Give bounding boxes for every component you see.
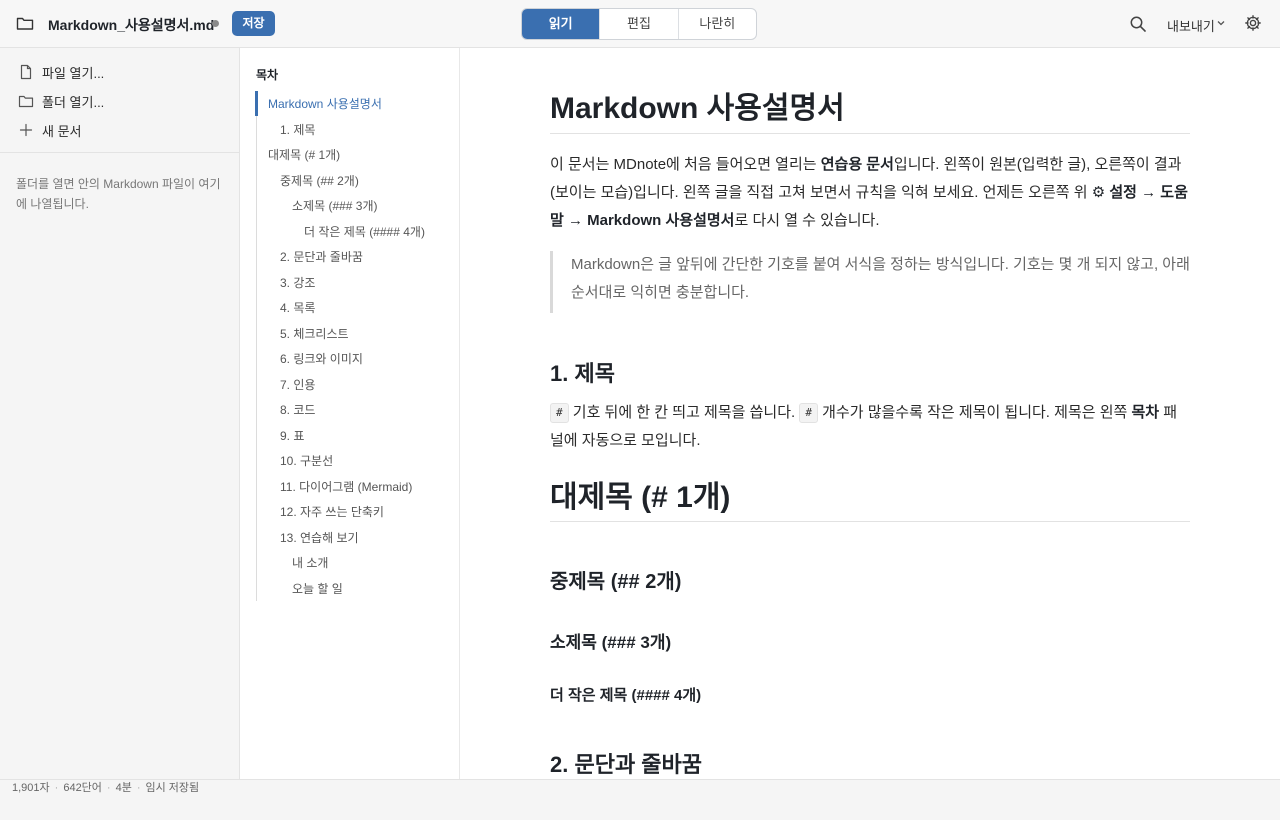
new-document-label: 새 문서 bbox=[42, 123, 82, 139]
search-icon[interactable] bbox=[1129, 15, 1147, 33]
toc-item[interactable]: 내 소개 bbox=[292, 554, 328, 571]
status-separator: · bbox=[106, 782, 111, 794]
open-file-label: 파일 열기... bbox=[42, 65, 105, 81]
folder-icon[interactable] bbox=[16, 14, 34, 32]
char-count: 1,901자 bbox=[12, 782, 50, 794]
document-title: Markdown_사용설명서.md bbox=[48, 17, 215, 33]
toc-item[interactable]: 6. 링크와 이미지 bbox=[280, 350, 363, 367]
document-preview: Markdown 사용설명서 이 문서는 MDnote에 처음 들어오면 열리는… bbox=[461, 48, 1280, 779]
toc-item[interactable]: 2. 문단과 줄바꿈 bbox=[280, 248, 363, 265]
empty-folder-hint: 폴더를 열면 안의 Markdown 파일이 여기에 나열됩니다. bbox=[16, 177, 221, 211]
file-sidebar: 파일 열기... 폴더 열기... 새 문서 폴더를 열면 안의 Markdow… bbox=[0, 48, 240, 779]
heading-rule bbox=[550, 133, 1190, 134]
open-file-button[interactable]: 파일 열기... bbox=[18, 62, 104, 82]
toc-item[interactable]: 9. 표 bbox=[280, 427, 304, 444]
intro-paragraph: 이 문서는 MDnote에 처음 들어오면 열리는 연습용 문서입니다. 왼쪽이… bbox=[550, 151, 1190, 235]
status-text: 1,901자 · 642단어 · 4분 · 임시 저장됨 bbox=[12, 780, 199, 796]
open-folder-button[interactable]: 폴더 열기... bbox=[18, 91, 104, 111]
new-document-button[interactable]: 새 문서 bbox=[18, 120, 82, 140]
intro-text-3: 로 다시 열 수 있습니다. bbox=[734, 212, 880, 229]
inline-code: # bbox=[550, 403, 569, 423]
h4-demo-heading: 더 작은 제목 (#### 4개) bbox=[550, 687, 702, 704]
toc-item[interactable]: 11. 다이어그램 (Mermaid) bbox=[280, 478, 412, 495]
chevron-down-icon bbox=[1217, 21, 1225, 26]
toc-item[interactable]: 대제목 (# 1개) bbox=[268, 146, 340, 163]
h1-demo-rule bbox=[550, 521, 1190, 522]
blockquote: Markdown은 글 앞뒤에 간단한 기호를 붙여 서식을 정하는 방식입니다… bbox=[550, 251, 1190, 313]
section-heading-2: 2. 문단과 줄바꿈 bbox=[550, 752, 703, 777]
toc-item[interactable]: 5. 체크리스트 bbox=[280, 325, 349, 342]
h3-demo-heading: 소제목 (### 3개) bbox=[550, 633, 672, 652]
h1-demo-heading: 대제목 (# 1개) bbox=[550, 481, 731, 514]
toc-item[interactable]: 10. 구분선 bbox=[280, 452, 333, 469]
status-separator: · bbox=[54, 782, 59, 794]
sidebar-divider bbox=[0, 152, 239, 153]
toc-item[interactable]: 13. 연습해 보기 bbox=[280, 529, 359, 546]
top-toolbar: Markdown_사용설명서.md 저장 읽기 편집 나란히 내보내기 bbox=[0, 0, 1280, 48]
plus-icon bbox=[19, 123, 33, 137]
toc-active-indicator bbox=[255, 91, 258, 116]
toc-title: 목차 bbox=[256, 68, 279, 82]
mode-split-button[interactable]: 나란히 bbox=[679, 9, 756, 39]
toc-rail bbox=[256, 91, 257, 601]
section1-text-1: 기호 뒤에 한 칸 띄고 제목을 씁니다. bbox=[568, 404, 800, 421]
toc-item[interactable]: Markdown 사용설명서 bbox=[268, 95, 382, 112]
toc-item[interactable]: 3. 강조 bbox=[280, 274, 315, 291]
h2-demo-heading: 중제목 (## 2개) bbox=[550, 571, 682, 593]
save-button[interactable]: 저장 bbox=[232, 11, 275, 36]
status-bar: 1,901자 · 642단어 · 4분 · 임시 저장됨 bbox=[0, 779, 1280, 820]
section1-paragraph: # 기호 뒤에 한 칸 띄고 제목을 씁니다. # 개수가 많을수록 작은 제목… bbox=[550, 399, 1190, 455]
reading-time: 4분 bbox=[115, 782, 132, 794]
toc-item[interactable]: 8. 코드 bbox=[280, 401, 315, 418]
section1-bold: 목차 bbox=[1131, 404, 1160, 421]
table-of-contents: 목차 Markdown 사용설명서 1. 제목대제목 (# 1개) 중제목 (## … bbox=[240, 48, 460, 779]
toc-item[interactable]: 4. 목록 bbox=[280, 299, 315, 316]
toc-item[interactable]: 소제목 (### 3개) bbox=[292, 197, 378, 214]
mode-read-button[interactable]: 읽기 bbox=[522, 9, 601, 39]
toc-item[interactable]: 7. 인용 bbox=[280, 376, 315, 393]
file-icon bbox=[20, 64, 32, 80]
export-menu-button[interactable]: 내보내기 bbox=[1167, 16, 1215, 35]
inline-code: # bbox=[799, 403, 818, 423]
word-count: 642단어 bbox=[63, 782, 102, 794]
toc-item[interactable]: 중제목 (## 2개) bbox=[280, 172, 359, 189]
section1-text-2: 개수가 많을수록 작은 제목이 됩니다. 제목은 왼쪽 bbox=[817, 404, 1132, 421]
toc-item[interactable]: 오늘 할 일 bbox=[292, 580, 343, 597]
open-folder-label: 폴더 열기... bbox=[42, 94, 105, 110]
section-heading-1: 1. 제목 bbox=[550, 361, 615, 386]
gear-icon[interactable] bbox=[1244, 14, 1262, 32]
toc-item[interactable]: 12. 자주 쓰는 단축키 bbox=[280, 503, 384, 520]
intro-bold-1: 연습용 문서 bbox=[820, 156, 894, 173]
intro-text-1: 이 문서는 MDnote에 처음 들어오면 열리는 bbox=[550, 156, 821, 173]
unsaved-indicator bbox=[212, 20, 219, 27]
view-mode-toggle: 읽기 편집 나란히 bbox=[521, 8, 757, 40]
toc-item[interactable]: 1. 제목 bbox=[280, 121, 315, 138]
save-state: 임시 저장됨 bbox=[145, 782, 200, 794]
document-heading: Markdown 사용설명서 bbox=[550, 92, 845, 125]
mode-edit-button[interactable]: 편집 bbox=[600, 9, 679, 39]
status-separator: · bbox=[136, 782, 141, 794]
toc-item[interactable]: 더 작은 제목 (#### 4개) bbox=[304, 223, 425, 240]
folder-icon bbox=[18, 95, 34, 108]
